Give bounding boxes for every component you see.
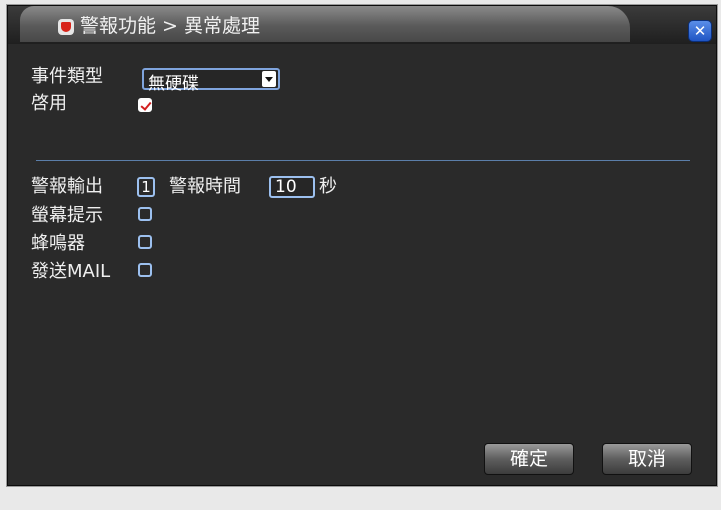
buzzer-checkbox[interactable] [138,235,152,249]
shield-icon [58,19,74,35]
alarm-output-label: 警報輸出 [31,176,103,197]
close-button[interactable]: ✕ [688,20,712,42]
title-bar: 警報功能 > 異常處理 ✕ [8,6,716,44]
buzzer-label: 蜂鳴器 [31,233,85,254]
screen-prompt-label: 螢幕提示 [31,205,103,226]
send-mail-checkbox[interactable] [138,263,152,277]
dialog-title: 警報功能 > 異常處理 [80,15,260,37]
event-type-value: 無硬碟 [148,74,199,94]
ok-button[interactable]: 確定 [484,443,574,475]
title-tab: 警報功能 > 異常處理 [20,6,630,42]
dialog-window: 警報功能 > 異常處理 ✕ 事件類型 無硬碟 啓用 警報輸出 1 警報時間 10… [7,5,717,486]
screen-prompt-checkbox[interactable] [138,207,152,221]
cancel-button[interactable]: 取消 [602,443,692,475]
alarm-time-input[interactable]: 10 [269,176,315,198]
alarm-output-channel-button[interactable]: 1 [137,177,155,197]
alarm-time-label: 警報時間 [169,176,241,197]
enable-checkbox[interactable] [138,98,152,112]
event-type-label: 事件類型 [31,66,103,87]
chevron-down-icon[interactable] [262,71,276,87]
alarm-time-unit: 秒 [319,176,337,197]
section-divider [36,160,690,161]
close-icon: ✕ [693,22,707,40]
enable-label: 啓用 [31,93,67,114]
event-type-select[interactable]: 無硬碟 [142,68,280,94]
send-mail-label: 發送MAIL [31,261,111,282]
